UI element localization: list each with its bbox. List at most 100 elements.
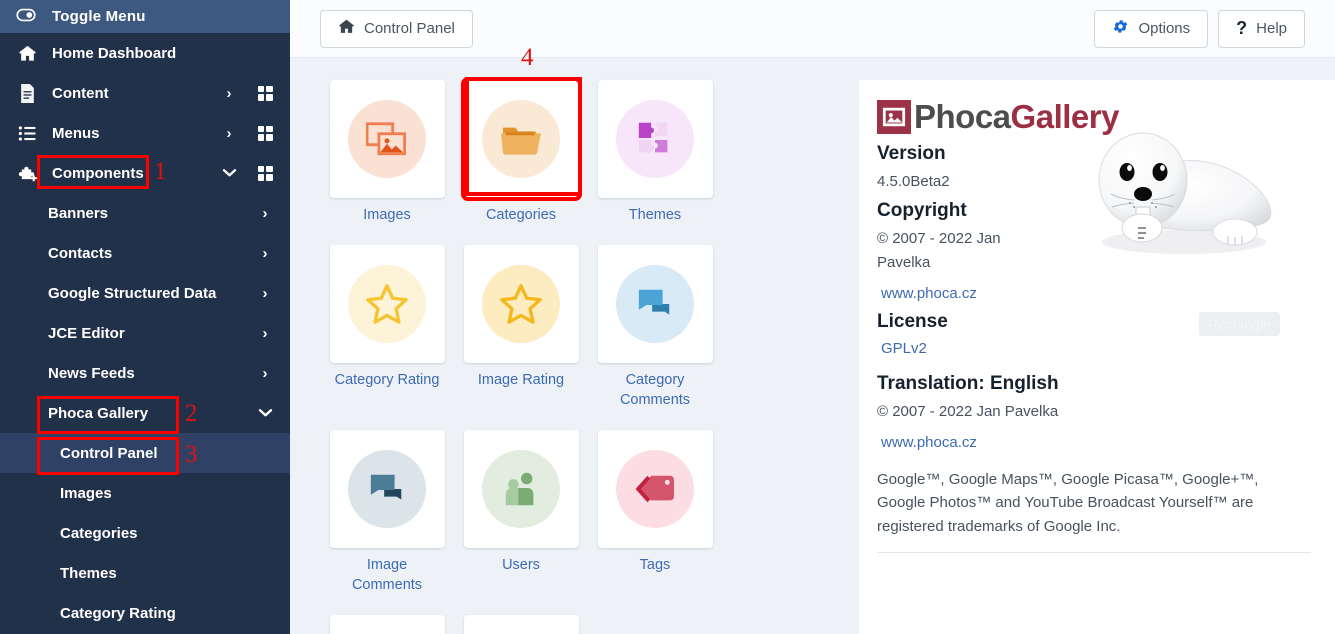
- sidebar-label: Content: [52, 84, 109, 102]
- tile-label[interactable]: Category Comments: [588, 370, 722, 411]
- phoca-gallery-submenu: Control Panel Images Categories Themes C…: [0, 433, 290, 633]
- tile-button[interactable]: [329, 244, 445, 363]
- tile-label[interactable]: Themes: [588, 205, 722, 226]
- grid-icon[interactable]: [254, 85, 276, 101]
- sidebar-item-phoca-gallery[interactable]: Phoca Gallery: [0, 393, 290, 433]
- options-button-label: Options: [1138, 20, 1191, 37]
- comments-icon: [348, 449, 426, 528]
- sidebar-item-images[interactable]: Images: [0, 473, 290, 513]
- sidebar-item-menus[interactable]: Menus ›: [0, 113, 290, 153]
- tile-category-comments[interactable]: Category Comments: [588, 244, 722, 411]
- tile-image-rating[interactable]: Image Rating: [454, 244, 588, 411]
- tile-button[interactable]: [597, 429, 713, 548]
- sidebar-item-google-structured-data[interactable]: Google Structured Data ›: [0, 273, 290, 313]
- tile-label[interactable]: Categories: [454, 205, 588, 226]
- tile-label[interactable]: Users: [454, 555, 588, 576]
- options-button[interactable]: Options: [1094, 9, 1209, 48]
- chevron-down-icon[interactable]: [254, 405, 276, 422]
- toolbar: Control Panel Options ? Help: [290, 0, 1335, 58]
- info-panel: PhocaGallery Rectangle Version 4.5.0Beta…: [858, 80, 1335, 634]
- tile-images[interactable]: Images: [320, 80, 454, 226]
- copyright-link[interactable]: www.phoca.cz: [881, 285, 977, 302]
- chevron-right-icon[interactable]: ›: [218, 85, 240, 102]
- sidebar-item-control-panel[interactable]: Control Panel: [0, 433, 290, 473]
- tile-button[interactable]: [597, 80, 713, 198]
- sidebar-item-banners[interactable]: Banners ›: [0, 193, 290, 233]
- tile-button[interactable]: [329, 80, 445, 198]
- chevron-right-icon[interactable]: ›: [254, 205, 276, 222]
- tile-button[interactable]: [460, 77, 582, 201]
- star-icon: [482, 264, 560, 343]
- grid-icon[interactable]: [254, 165, 276, 181]
- translation-value: © 2007 - 2022 Jan Pavelka: [877, 402, 1059, 420]
- help-button-label: Help: [1256, 20, 1287, 37]
- sidebar-item-contacts[interactable]: Contacts ›: [0, 233, 290, 273]
- tile-info[interactable]: Info: [454, 614, 588, 634]
- tile-button[interactable]: [463, 614, 579, 634]
- tile-button[interactable]: [597, 244, 713, 363]
- chevron-right-icon[interactable]: ›: [254, 245, 276, 262]
- puzzle-icon: [16, 164, 38, 183]
- tile-users[interactable]: Users: [454, 429, 588, 596]
- sidebar-item-themes[interactable]: Themes: [0, 553, 290, 593]
- sidebar-item-jce-editor[interactable]: JCE Editor ›: [0, 313, 290, 353]
- toggle-menu-button[interactable]: Toggle Menu: [0, 0, 290, 33]
- phoca-gallery-logo: PhocaGallery: [877, 98, 1311, 136]
- sidebar-label: Google Structured Data: [48, 284, 217, 302]
- tile-button[interactable]: [463, 429, 579, 548]
- sidebar-label: Control Panel: [60, 444, 158, 462]
- help-button[interactable]: ? Help: [1218, 9, 1305, 48]
- sidebar-item-content[interactable]: Content ›: [0, 73, 290, 113]
- control-panel-button[interactable]: Control Panel: [320, 9, 473, 48]
- tile-button[interactable]: [329, 614, 445, 634]
- tile-tags[interactable]: Tags: [588, 429, 722, 596]
- folder-icon: [482, 100, 560, 178]
- tile-category-rating[interactable]: Category Rating: [320, 244, 454, 411]
- tile-label[interactable]: Image Comments: [320, 555, 454, 596]
- sidebar-item-category-rating[interactable]: Category Rating: [0, 593, 290, 633]
- grid-icon[interactable]: [254, 125, 276, 141]
- logo-text-gallery: Gallery: [1010, 98, 1120, 135]
- tile-label[interactable]: Image Rating: [454, 370, 588, 391]
- translation-link[interactable]: www.phoca.cz: [881, 434, 977, 451]
- sidebar-item-home-dashboard[interactable]: Home Dashboard: [0, 33, 290, 73]
- home-icon: [16, 44, 38, 63]
- tile-styles[interactable]: Styles: [320, 614, 454, 634]
- chevron-down-icon[interactable]: [218, 165, 240, 182]
- sidebar-item-categories[interactable]: Categories: [0, 513, 290, 553]
- tile-button[interactable]: [463, 244, 579, 363]
- chevron-right-icon[interactable]: ›: [254, 365, 276, 382]
- tile-themes[interactable]: Themes: [588, 80, 722, 226]
- tile-image-comments[interactable]: Image Comments: [320, 429, 454, 596]
- toolbar-right-group: Options ? Help: [1094, 9, 1305, 48]
- home-icon: [338, 18, 355, 39]
- chevron-right-icon[interactable]: ›: [218, 125, 240, 142]
- tile-label[interactable]: Category Rating: [320, 370, 454, 391]
- sidebar-label: Menus: [52, 124, 100, 142]
- copyright-value: © 2007 - 2022 Jan Pavelka: [877, 230, 1001, 271]
- chevron-right-icon[interactable]: ›: [254, 325, 276, 342]
- version-value: 4.5.0Beta2: [877, 173, 950, 190]
- control-panel-button-label: Control Panel: [364, 20, 455, 37]
- tile-label[interactable]: Images: [320, 205, 454, 226]
- list-icon: [16, 124, 38, 143]
- tiles-grid: Images Categories Themes Category Rating…: [320, 77, 850, 634]
- tile-label[interactable]: Tags: [588, 555, 722, 576]
- sidebar-label: Banners: [48, 204, 109, 222]
- tile-categories[interactable]: Categories: [454, 77, 588, 226]
- sidebar-label: News Feeds: [48, 364, 135, 382]
- chevron-right-icon[interactable]: ›: [254, 285, 276, 302]
- picture-icon: [877, 100, 911, 134]
- sidebar-item-news-feeds[interactable]: News Feeds ›: [0, 353, 290, 393]
- license-link[interactable]: GPLv2: [881, 340, 927, 357]
- rectangle-badge: Rectangle: [1198, 312, 1280, 336]
- main-area: Control Panel Options ? Help Images Cate…: [290, 0, 1335, 634]
- users-icon: [482, 449, 560, 528]
- question-mark-icon: ?: [1236, 18, 1248, 38]
- app-root: Toggle Menu Home Dashboard Content › Men…: [0, 0, 1335, 634]
- sidebar-item-components[interactable]: Components: [0, 153, 290, 193]
- tag-icon: [616, 449, 694, 528]
- tile-button[interactable]: [329, 429, 445, 548]
- images-icon: [348, 100, 426, 178]
- toggle-menu-label: Toggle Menu: [52, 8, 146, 25]
